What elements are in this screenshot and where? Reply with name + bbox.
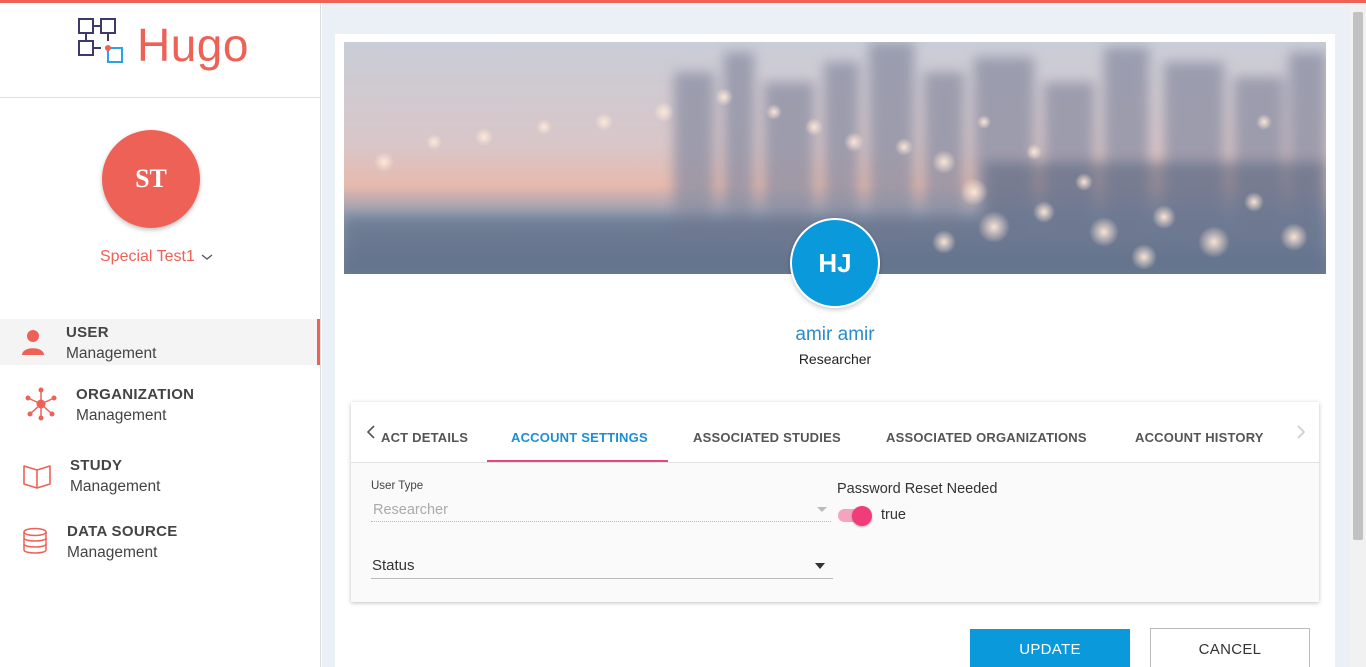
- status-placeholder: Status: [372, 557, 415, 574]
- sidebar-item-data-source-management[interactable]: DATA SOURCE Management: [0, 518, 320, 564]
- nav-title: USER: [66, 324, 109, 341]
- nav-subtitle: Management: [76, 407, 167, 424]
- current-user-name: Special Test1: [100, 248, 195, 265]
- brand-name: Hugo: [137, 19, 249, 71]
- tab-associated-studies[interactable]: ASSOCIATED STUDIES: [693, 430, 841, 445]
- user-type-value: Researcher: [373, 502, 448, 518]
- tabs-panel: ACT DETAILS ACCOUNT SETTINGS ASSOCIATED …: [351, 402, 1319, 602]
- toggle-knob: [852, 506, 872, 526]
- scrollbar-thumb[interactable]: [1353, 12, 1363, 540]
- tab-account-settings[interactable]: ACCOUNT SETTINGS: [511, 430, 648, 445]
- profile-avatar: HJ: [790, 218, 880, 308]
- user-type-select: Researcher: [371, 500, 831, 522]
- nav-subtitle: Management: [70, 478, 161, 495]
- person-icon: [22, 330, 44, 355]
- sidebar-item-organization-management[interactable]: ORGANIZATION Management: [0, 381, 320, 427]
- nav-subtitle: Management: [66, 345, 157, 362]
- profile-card: HJ amir amir Researcher ACT DETAILS ACCO…: [335, 34, 1335, 667]
- password-reset-value: true: [881, 507, 906, 523]
- network-icon: [25, 387, 57, 421]
- hugo-logo-icon: [78, 18, 123, 63]
- logo-area: Hugo: [0, 3, 320, 98]
- status-select[interactable]: Status: [371, 555, 833, 579]
- chevron-down-icon: [201, 254, 213, 260]
- active-tab-indicator: [487, 460, 668, 462]
- current-user-menu[interactable]: Special Test1: [100, 248, 213, 266]
- sidebar-item-study-management[interactable]: STUDY Management: [0, 452, 320, 498]
- top-accent-line: [0, 0, 1366, 3]
- nav-title: DATA SOURCE: [67, 523, 178, 540]
- cancel-button[interactable]: CANCEL: [1150, 628, 1310, 667]
- profile-name: amir amir: [795, 324, 875, 345]
- user-type-label: User Type: [371, 480, 424, 492]
- sidebar: Hugo ST Special Test1 USER Management OR…: [0, 3, 321, 667]
- current-user-avatar[interactable]: ST: [102, 130, 200, 228]
- chevron-right-icon[interactable]: [1293, 422, 1309, 442]
- password-reset-toggle[interactable]: [838, 506, 872, 526]
- sidebar-item-user-management[interactable]: USER Management: [0, 319, 320, 365]
- caret-down-icon: [817, 507, 827, 512]
- database-icon: [23, 527, 47, 554]
- chevron-left-icon[interactable]: [363, 422, 379, 442]
- tab-bar: ACT DETAILS ACCOUNT SETTINGS ASSOCIATED …: [351, 402, 1319, 463]
- update-button[interactable]: UPDATE: [970, 629, 1130, 667]
- tab-associated-organizations[interactable]: ASSOCIATED ORGANIZATIONS: [886, 430, 1087, 445]
- open-book-icon: [23, 465, 51, 489]
- nav-title: ORGANIZATION: [76, 386, 195, 403]
- page-scrollbar[interactable]: [1350, 3, 1366, 667]
- profile-role: Researcher: [798, 351, 872, 367]
- main-content: HJ amir amir Researcher ACT DETAILS ACCO…: [322, 3, 1350, 667]
- tab-contact-details[interactable]: ACT DETAILS: [381, 430, 468, 445]
- caret-down-icon: [815, 563, 825, 569]
- nav-title: STUDY: [70, 457, 123, 474]
- tab-account-history[interactable]: ACCOUNT HISTORY: [1135, 430, 1264, 445]
- password-reset-label: Password Reset Needed: [837, 481, 998, 497]
- nav-subtitle: Management: [67, 544, 158, 561]
